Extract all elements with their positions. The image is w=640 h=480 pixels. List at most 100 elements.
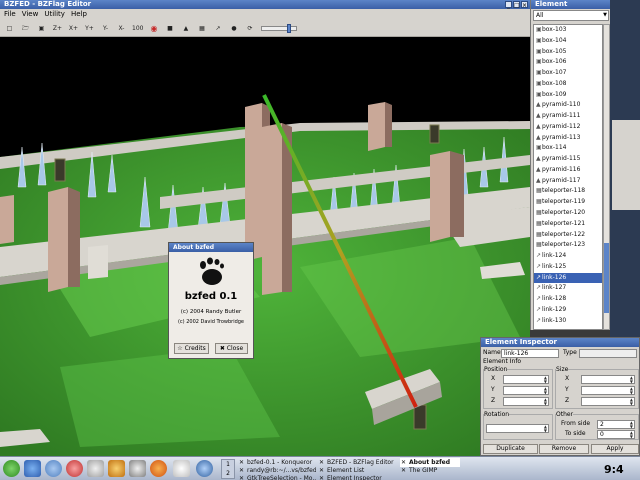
clock[interactable]: 9:4 bbox=[604, 463, 624, 476]
spin-arrows-icon[interactable]: ▲ ▼ bbox=[630, 387, 633, 395]
workspace-switcher[interactable]: 12 bbox=[221, 459, 235, 479]
element-list-item[interactable]: ▦teleporter-119 bbox=[534, 197, 602, 208]
minimize-icon[interactable]: _ bbox=[505, 1, 512, 9]
element-list-item[interactable]: ▣box-107 bbox=[534, 68, 602, 79]
spin-arrows-icon[interactable]: ▲ ▼ bbox=[544, 398, 547, 406]
element-list-item[interactable]: ↗link-129 bbox=[534, 305, 602, 316]
rotation-field[interactable]: ▲ ▼ bbox=[486, 424, 549, 433]
taskbar-task[interactable]: ✕ GtkTreeSelection - Mo... bbox=[238, 474, 316, 480]
view-x-plus-button[interactable]: X+ bbox=[67, 22, 80, 35]
taskbar-task[interactable]: ✕ Element Inspector bbox=[318, 474, 398, 480]
element-list-item[interactable]: ▦teleporter-118 bbox=[534, 186, 602, 197]
view-x-minus-button[interactable]: X- bbox=[115, 22, 128, 35]
element-list-item[interactable]: ▣box-108 bbox=[534, 79, 602, 90]
size-x-field[interactable]: ▲ ▼ bbox=[581, 375, 635, 384]
add-teleporter-icon[interactable]: ▦ bbox=[195, 22, 208, 35]
type-field[interactable] bbox=[579, 349, 637, 358]
spin-arrows-icon[interactable]: ▲ ▼ bbox=[544, 376, 547, 384]
firefox-icon[interactable] bbox=[150, 460, 167, 477]
element-list[interactable]: ▣box-103 ▣box-104 ▣box-105 ▣box-106 ▣box-107… bbox=[533, 24, 603, 330]
element-list-item[interactable]: ▦teleporter-120 bbox=[534, 208, 602, 219]
element-filter-select[interactable]: All ▼ bbox=[533, 10, 609, 21]
element-list-scrollbar[interactable] bbox=[603, 24, 610, 330]
size-y-field[interactable]: ▲ ▼ bbox=[581, 386, 635, 395]
scrollbar-thumb[interactable] bbox=[604, 243, 609, 313]
duplicate-button[interactable]: Duplicate bbox=[483, 444, 538, 454]
inspector-titlebar[interactable]: Element Inspector bbox=[481, 338, 639, 347]
element-list-item[interactable]: ↗link-126 bbox=[534, 272, 602, 284]
settings-icon[interactable] bbox=[87, 460, 104, 477]
element-list-item[interactable]: ▦teleporter-121 bbox=[534, 219, 602, 230]
menu-view[interactable]: View bbox=[22, 9, 39, 20]
gimp-icon[interactable] bbox=[108, 460, 125, 477]
element-list-item[interactable]: ▲pyramid-112 bbox=[534, 122, 602, 133]
file-manager-icon[interactable] bbox=[24, 460, 41, 477]
element-list-item[interactable]: ▲pyramid-111 bbox=[534, 111, 602, 122]
apply-button[interactable]: Apply bbox=[591, 444, 639, 454]
3d-viewport[interactable] bbox=[0, 37, 530, 456]
element-list-item[interactable]: ▲pyramid-110 bbox=[534, 100, 602, 111]
element-list-item[interactable]: ▣box-105 bbox=[534, 47, 602, 58]
element-list-item[interactable]: ↗link-130 bbox=[534, 316, 602, 327]
to-side-field[interactable]: 0 ▲ ▼ bbox=[597, 430, 635, 439]
element-list-item[interactable]: ▲pyramid-117 bbox=[534, 176, 602, 187]
add-pyramid-icon[interactable]: ▲ bbox=[179, 22, 192, 35]
menu-file[interactable]: File bbox=[4, 9, 16, 20]
from-side-field[interactable]: 2 ▲ ▼ bbox=[597, 420, 635, 429]
about-titlebar[interactable]: About bzfed bbox=[169, 243, 253, 252]
element-list-item[interactable]: ▦teleporter-123 bbox=[534, 240, 602, 251]
menu-utility[interactable]: Utility bbox=[44, 9, 65, 20]
add-base-icon[interactable]: ● bbox=[227, 22, 240, 35]
network-icon[interactable] bbox=[45, 460, 62, 477]
element-list-item[interactable]: ▣box-104 bbox=[534, 36, 602, 47]
spin-arrows-icon[interactable]: ▲ ▼ bbox=[630, 376, 633, 384]
view-y-plus-button[interactable]: Y+ bbox=[83, 22, 96, 35]
position-y-field[interactable]: ▲ ▼ bbox=[503, 386, 549, 395]
zoom-slider[interactable] bbox=[261, 23, 298, 33]
element-list-item[interactable]: ↗link-128 bbox=[534, 294, 602, 305]
element-list-item[interactable]: ▲pyramid-116 bbox=[534, 165, 602, 176]
size-z-field[interactable]: ▲ ▼ bbox=[581, 397, 635, 406]
element-list-item[interactable]: ▲pyramid-113 bbox=[534, 133, 602, 144]
spin-arrows-icon[interactable]: ▲ ▼ bbox=[544, 425, 547, 433]
spin-arrows-icon[interactable]: ▲ ▼ bbox=[630, 431, 633, 439]
view-z-plus-button[interactable]: Z+ bbox=[51, 22, 64, 35]
close-icon[interactable]: × bbox=[521, 1, 528, 9]
element-list-item[interactable]: ▦teleporter-122 bbox=[534, 230, 602, 241]
close-button[interactable]: ✖ Close bbox=[215, 343, 248, 354]
element-list-item[interactable]: ▣box-114 bbox=[534, 143, 602, 154]
new-file-icon[interactable]: □ bbox=[3, 22, 16, 35]
rotate-icon[interactable]: ⟳ bbox=[243, 22, 256, 35]
browser-globe-icon[interactable] bbox=[196, 460, 213, 477]
position-x-field[interactable]: ▲ ▼ bbox=[503, 375, 549, 384]
name-field[interactable]: link-126 bbox=[501, 349, 559, 358]
help-lifebuoy-icon[interactable] bbox=[66, 460, 83, 477]
taskbar-task[interactable]: ✕ The GIMP bbox=[400, 466, 460, 475]
view-y-minus-button[interactable]: Y- bbox=[99, 22, 112, 35]
zoom-slider-handle[interactable] bbox=[287, 23, 292, 33]
remove-button[interactable]: Remove bbox=[539, 444, 589, 454]
spin-arrows-icon[interactable]: ▲ ▼ bbox=[630, 421, 633, 429]
position-z-field[interactable]: ▲ ▼ bbox=[503, 397, 549, 406]
element-list-item[interactable]: ▲pyramid-115 bbox=[534, 154, 602, 165]
element-list-item[interactable]: ▣box-103 bbox=[534, 25, 602, 36]
add-link-icon[interactable]: ↗ bbox=[211, 22, 224, 35]
stop-icon[interactable]: ◉ bbox=[147, 22, 160, 35]
text-editor-icon[interactable] bbox=[129, 460, 146, 477]
element-list-item[interactable]: ↗link-125 bbox=[534, 262, 602, 273]
credits-button[interactable]: ☆ Credits bbox=[174, 343, 209, 354]
element-list-item[interactable]: ↗link-127 bbox=[534, 283, 602, 294]
tux-icon[interactable] bbox=[173, 460, 190, 477]
zoom-label[interactable]: 100 bbox=[131, 22, 144, 35]
save-icon[interactable]: ▣ bbox=[35, 22, 48, 35]
spin-arrows-icon[interactable]: ▲ ▼ bbox=[544, 387, 547, 395]
element-list-item[interactable]: ▣box-109 bbox=[534, 90, 602, 101]
element-list-item[interactable]: ▣box-106 bbox=[534, 57, 602, 68]
add-box-icon[interactable]: ■ bbox=[163, 22, 176, 35]
menu-help[interactable]: Help bbox=[71, 9, 87, 20]
start-menu-icon[interactable] bbox=[3, 460, 20, 477]
element-list-titlebar[interactable]: Element bbox=[531, 0, 611, 9]
spin-arrows-icon[interactable]: ▲ ▼ bbox=[630, 398, 633, 406]
element-list-item[interactable]: ↗link-124 bbox=[534, 251, 602, 262]
editor-titlebar[interactable]: BZFED - BZFlag Editor _ □ × bbox=[0, 0, 530, 9]
